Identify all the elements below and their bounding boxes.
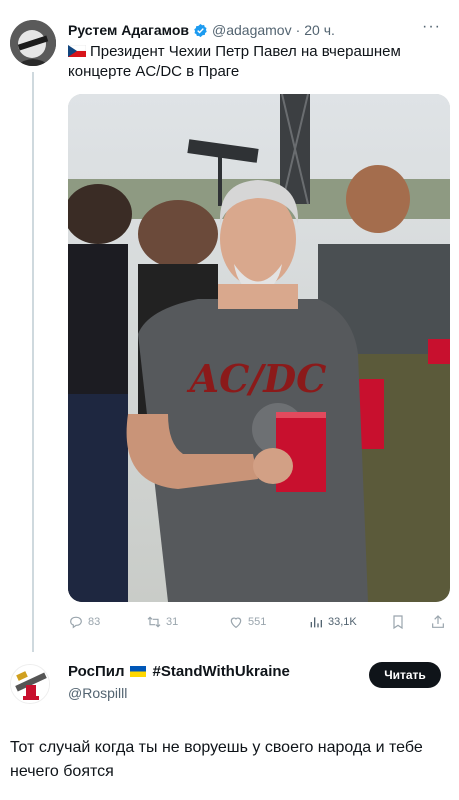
more-options-icon[interactable]: ···	[422, 18, 441, 36]
heart-icon	[230, 617, 242, 629]
retweet-count: 31	[166, 616, 179, 628]
share-button[interactable]	[430, 614, 446, 630]
rospil-logo-icon	[11, 665, 49, 703]
ukraine-flag-icon	[130, 666, 147, 677]
rospil-hashtag[interactable]: #StandWithUkraine	[152, 663, 289, 680]
reply-icon	[70, 616, 82, 629]
views-chart-icon	[310, 617, 322, 628]
views-button[interactable]: 33,1K	[308, 614, 357, 630]
tweet-time[interactable]: 20 ч.	[304, 22, 335, 38]
verified-badge-icon	[194, 23, 207, 37]
tweet-text: Президент Чехии Петр Павел на вчерашнем …	[68, 42, 443, 82]
rospil-avatar[interactable]	[10, 664, 50, 704]
retweet-icon	[147, 616, 161, 628]
reply-account-header: РосПил #StandWithUkraine @Rospilll Читат…	[0, 655, 459, 705]
tweet-actions: 83 31 551 33,1K	[68, 612, 450, 632]
concert-photo: AC/DC	[68, 94, 450, 602]
separator-dot: ·	[295, 22, 301, 38]
bookmark-button[interactable]	[390, 614, 406, 630]
retweet-button[interactable]: 31	[146, 614, 178, 630]
czech-flag-icon	[68, 45, 86, 57]
reply-button[interactable]: 83	[68, 614, 100, 630]
follow-button[interactable]: Читать	[369, 662, 441, 688]
rospil-handle[interactable]: @Rospilll	[68, 685, 127, 701]
author-name[interactable]: Рустем Адагамов	[68, 22, 189, 38]
view-count: 33,1K	[328, 616, 357, 628]
shirt-logo: AC/DC	[187, 356, 327, 401]
author-avatar[interactable]	[10, 20, 56, 66]
thread-line	[32, 72, 34, 652]
post-caption: Тот случай когда ты не воруешь у своего …	[10, 739, 423, 780]
avatar-portrait	[10, 20, 56, 66]
tweet-header: Рустем Адагамов @adagamov · 20 ч.	[68, 20, 335, 40]
author-handle[interactable]: @adagamov	[212, 22, 292, 38]
reply-count: 83	[88, 616, 101, 628]
tweet-text-body: Президент Чехии Петр Павел на вчерашнем …	[68, 43, 401, 80]
reply-account-name-row: РосПил #StandWithUkraine	[68, 663, 290, 680]
like-button[interactable]: 551	[228, 614, 266, 630]
tweet: Рустем Адагамов @adagamov · 20 ч. ··· Пр…	[0, 0, 459, 652]
like-count: 551	[248, 616, 267, 628]
rospil-name[interactable]: РосПил	[68, 663, 124, 680]
tweet-photo[interactable]: AC/DC	[68, 94, 450, 602]
bookmark-icon	[393, 615, 403, 630]
share-icon	[432, 615, 444, 628]
